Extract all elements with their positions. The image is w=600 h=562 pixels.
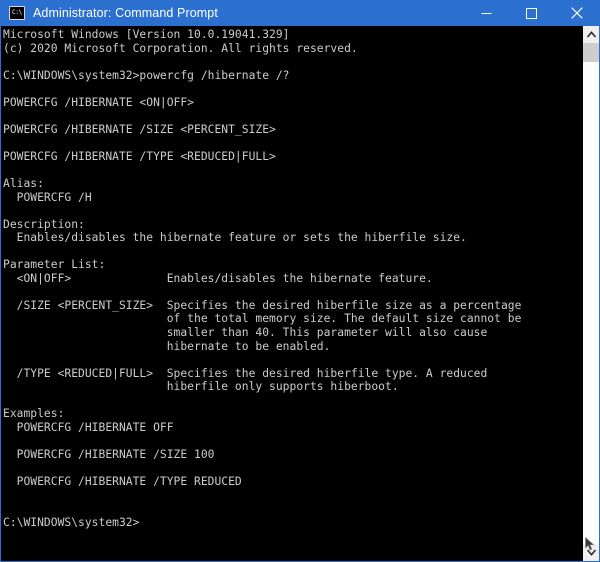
maximize-button[interactable]	[509, 0, 554, 26]
scroll-down-button[interactable]	[583, 544, 599, 561]
maximize-icon	[526, 7, 537, 19]
chevron-up-icon	[586, 31, 596, 38]
scroll-up-button[interactable]	[583, 26, 599, 43]
scrollbar-thumb[interactable]	[583, 43, 599, 62]
console-icon: C:\	[9, 6, 25, 20]
chevron-down-icon	[586, 549, 596, 556]
minimize-icon	[481, 12, 492, 14]
console-icon-label: C:\	[12, 9, 22, 16]
close-icon	[570, 7, 583, 19]
scrollbar-track[interactable]	[583, 43, 599, 544]
title-bar[interactable]: C:\ Administrator: Command Prompt	[1, 0, 599, 26]
window-title: Administrator: Command Prompt	[33, 6, 218, 20]
command-prompt-window: C:\ Administrator: Command Prompt Micros…	[0, 0, 600, 562]
window-body: Microsoft Windows [Version 10.0.19041.32…	[1, 26, 599, 561]
console-output-area[interactable]: Microsoft Windows [Version 10.0.19041.32…	[1, 26, 582, 561]
vertical-scrollbar[interactable]	[582, 26, 599, 561]
minimize-button[interactable]	[464, 0, 509, 26]
console-text: Microsoft Windows [Version 10.0.19041.32…	[3, 28, 522, 529]
close-button[interactable]	[554, 0, 599, 26]
